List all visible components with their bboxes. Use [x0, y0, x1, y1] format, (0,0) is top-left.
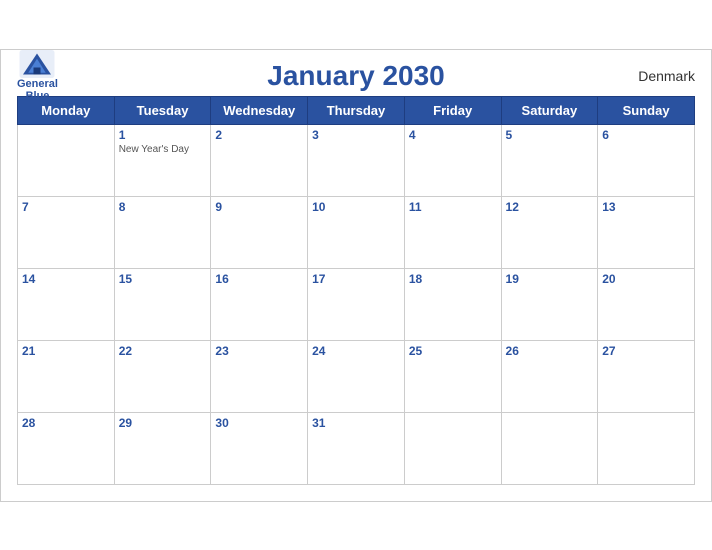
day-number: 11 — [409, 200, 497, 214]
calendar-cell: 27 — [598, 340, 695, 412]
day-number: 19 — [506, 272, 594, 286]
day-number: 16 — [215, 272, 303, 286]
calendar-container: General Blue January 2030 Denmark Monday… — [0, 49, 712, 502]
calendar-cell: 13 — [598, 196, 695, 268]
calendar-title: January 2030 — [17, 60, 695, 92]
calendar-cell: 15 — [114, 268, 211, 340]
day-number: 22 — [119, 344, 207, 358]
logo-icon — [19, 50, 55, 78]
day-number: 29 — [119, 416, 207, 430]
calendar-cell: 28 — [18, 412, 115, 484]
logo: General Blue — [17, 50, 58, 102]
calendar-cell: 17 — [308, 268, 405, 340]
calendar-thead: Monday Tuesday Wednesday Thursday Friday… — [18, 96, 695, 124]
calendar-cell: 11 — [404, 196, 501, 268]
weekday-friday: Friday — [404, 96, 501, 124]
week-row-3: 14 15 16 17 18 19 20 — [18, 268, 695, 340]
week-row-5: 28 29 30 31 — [18, 412, 695, 484]
day-number: 12 — [506, 200, 594, 214]
logo-blue: Blue — [26, 90, 50, 102]
calendar-cell: 14 — [18, 268, 115, 340]
day-number: 20 — [602, 272, 690, 286]
week-row-1: 1 New Year's Day 23456 — [18, 124, 695, 196]
calendar-cell: 2 — [211, 124, 308, 196]
calendar-cell — [18, 124, 115, 196]
calendar-cell: 26 — [501, 340, 598, 412]
logo-general: General — [17, 78, 58, 90]
weekday-thursday: Thursday — [308, 96, 405, 124]
calendar-cell: 1 New Year's Day — [114, 124, 211, 196]
calendar-cell: 31 — [308, 412, 405, 484]
calendar-header: General Blue January 2030 Denmark — [17, 60, 695, 92]
calendar-cell: 3 — [308, 124, 405, 196]
day-number: 2 — [215, 128, 303, 142]
day-number: 15 — [119, 272, 207, 286]
day-number: 9 — [215, 200, 303, 214]
day-number: 27 — [602, 344, 690, 358]
day-number: 17 — [312, 272, 400, 286]
day-number: 1 — [119, 128, 207, 142]
day-number: 6 — [602, 128, 690, 142]
calendar-cell: 20 — [598, 268, 695, 340]
calendar-cell: 19 — [501, 268, 598, 340]
calendar-cell: 10 — [308, 196, 405, 268]
day-number: 14 — [22, 272, 110, 286]
day-number: 31 — [312, 416, 400, 430]
calendar-cell: 25 — [404, 340, 501, 412]
day-number: 4 — [409, 128, 497, 142]
calendar-cell: 9 — [211, 196, 308, 268]
calendar-cell: 7 — [18, 196, 115, 268]
weekday-wednesday: Wednesday — [211, 96, 308, 124]
day-number: 10 — [312, 200, 400, 214]
day-number: 7 — [22, 200, 110, 214]
calendar-cell — [501, 412, 598, 484]
calendar-cell: 16 — [211, 268, 308, 340]
day-number: 13 — [602, 200, 690, 214]
calendar-cell — [598, 412, 695, 484]
calendar-cell: 12 — [501, 196, 598, 268]
calendar-body: 1New Year's Day2345678910111213141516171… — [18, 124, 695, 484]
calendar-cell: 29 — [114, 412, 211, 484]
calendar-cell: 18 — [404, 268, 501, 340]
calendar-cell: 22 — [114, 340, 211, 412]
calendar-table: Monday Tuesday Wednesday Thursday Friday… — [17, 96, 695, 485]
calendar-cell: 8 — [114, 196, 211, 268]
week-row-4: 21 22 23 24 25 26 27 — [18, 340, 695, 412]
calendar-cell: 4 — [404, 124, 501, 196]
calendar-cell: 23 — [211, 340, 308, 412]
weekday-tuesday: Tuesday — [114, 96, 211, 124]
weekday-sunday: Sunday — [598, 96, 695, 124]
calendar-cell: 6 — [598, 124, 695, 196]
day-number: 23 — [215, 344, 303, 358]
calendar-cell: 30 — [211, 412, 308, 484]
day-number: 21 — [22, 344, 110, 358]
day-number: 30 — [215, 416, 303, 430]
day-number: 26 — [506, 344, 594, 358]
day-number: 28 — [22, 416, 110, 430]
day-number: 8 — [119, 200, 207, 214]
calendar-cell: 5 — [501, 124, 598, 196]
weekday-saturday: Saturday — [501, 96, 598, 124]
day-number: 25 — [409, 344, 497, 358]
day-number: 3 — [312, 128, 400, 142]
day-number: 18 — [409, 272, 497, 286]
day-number: 24 — [312, 344, 400, 358]
calendar-cell: 21 — [18, 340, 115, 412]
holiday-label: New Year's Day — [119, 144, 207, 155]
weekday-header-row: Monday Tuesday Wednesday Thursday Friday… — [18, 96, 695, 124]
day-number: 5 — [506, 128, 594, 142]
calendar-country: Denmark — [638, 68, 695, 84]
week-row-2: 789 10 11 12 13 — [18, 196, 695, 268]
calendar-cell — [404, 412, 501, 484]
calendar-cell: 24 — [308, 340, 405, 412]
